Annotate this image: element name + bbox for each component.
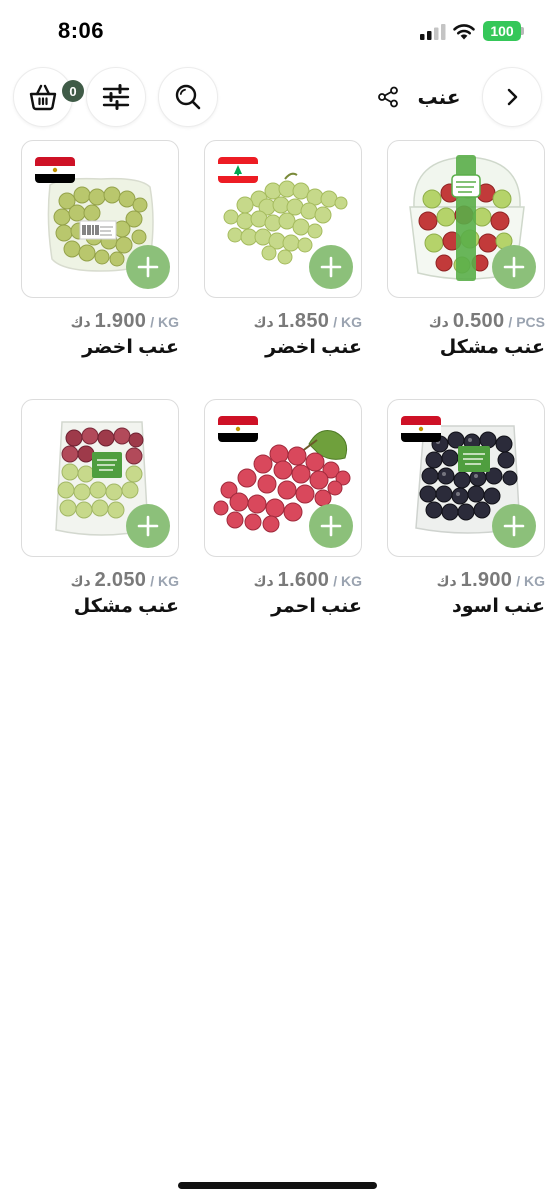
price-value: 0.500 <box>452 310 505 332</box>
product-card[interactable]: دك 0.500 / PCS عنب مشكل <box>387 140 545 359</box>
unit-value: KG <box>341 314 362 330</box>
currency-label: دك <box>436 573 457 589</box>
product-name[interactable]: عنب اسود <box>387 595 545 618</box>
back-button[interactable] <box>482 67 542 127</box>
unit-value: KG <box>341 573 362 589</box>
egypt-flag-icon <box>35 157 75 183</box>
search-icon <box>175 84 201 110</box>
currency-label: دك <box>253 314 274 330</box>
price-row: دك 2.050 / KG <box>21 569 179 591</box>
product-name[interactable]: عنب مشكل <box>21 595 179 618</box>
status-time: 8:06 <box>58 18 105 43</box>
header-bar: 0 عنب <box>0 67 555 129</box>
home-indicator[interactable] <box>178 1182 377 1189</box>
plus-icon <box>320 256 342 278</box>
battery-tip <box>521 27 524 35</box>
price-row: دك 1.900 / KG <box>387 569 545 591</box>
lebanon-flag-icon <box>218 157 258 183</box>
product-card[interactable]: دك 1.600 / KG عنب احمر <box>204 399 362 618</box>
add-to-cart-button[interactable] <box>309 245 353 289</box>
add-to-cart-button[interactable] <box>126 245 170 289</box>
wifi-icon <box>453 24 475 40</box>
unit-label: / PCS <box>508 314 545 330</box>
unit-value: KG <box>158 573 179 589</box>
plus-icon <box>320 515 342 537</box>
price-value: 1.900 <box>460 569 513 591</box>
basket-icon <box>29 84 57 111</box>
product-image-frame[interactable] <box>387 399 545 557</box>
unit-value: KG <box>158 314 179 330</box>
currency-label: دك <box>253 573 274 589</box>
add-to-cart-button[interactable] <box>309 504 353 548</box>
unit-label: / KG <box>333 573 362 589</box>
product-name[interactable]: عنب مشكل <box>387 336 545 359</box>
add-to-cart-button[interactable] <box>126 504 170 548</box>
product-card[interactable]: دك 2.050 / KG عنب مشكل <box>21 399 179 618</box>
cellular-signal-icon <box>420 24 446 40</box>
search-button[interactable] <box>158 67 218 127</box>
product-card[interactable]: دك 1.900 / KG عنب اخضر <box>21 140 179 359</box>
page-title: عنب <box>417 87 461 109</box>
unit-label: / KG <box>333 314 362 330</box>
sliders-icon <box>102 84 130 110</box>
unit-value: PCS <box>516 314 545 330</box>
egypt-flag-icon <box>401 416 441 442</box>
share-icon[interactable] <box>377 86 399 108</box>
filter-button[interactable] <box>86 67 146 127</box>
price-value: 2.050 <box>94 569 147 591</box>
unit-label: / KG <box>150 573 179 589</box>
product-name[interactable]: عنب اخضر <box>204 336 362 359</box>
egypt-flag-icon <box>218 416 258 442</box>
price-row: دك 0.500 / PCS <box>387 310 545 332</box>
price-row: دك 1.850 / KG <box>204 310 362 332</box>
currency-label: دك <box>70 573 91 589</box>
battery-indicator: 100 <box>483 21 521 41</box>
price-row: دك 1.900 / KG <box>21 310 179 332</box>
product-name[interactable]: عنب اخضر <box>21 336 179 359</box>
chevron-right-icon <box>507 88 518 106</box>
product-image-frame[interactable] <box>204 399 362 557</box>
currency-label: دك <box>70 314 91 330</box>
product-image-frame[interactable] <box>387 140 545 298</box>
product-card[interactable]: دك 1.900 / KG عنب اسود <box>387 399 545 618</box>
add-to-cart-button[interactable] <box>492 504 536 548</box>
battery-level: 100 <box>490 23 514 39</box>
cart-button[interactable]: 0 <box>13 67 84 127</box>
unit-value: KG <box>524 573 545 589</box>
unit-label: / KG <box>150 314 179 330</box>
product-card[interactable]: دك 1.850 / KG عنب اخضر <box>204 140 362 359</box>
product-image-frame[interactable] <box>204 140 362 298</box>
product-image-frame[interactable] <box>21 140 179 298</box>
plus-icon <box>503 515 525 537</box>
plus-icon <box>137 515 159 537</box>
price-value: 1.600 <box>277 569 330 591</box>
currency-label: دك <box>428 314 449 330</box>
unit-label: / KG <box>516 573 545 589</box>
add-to-cart-button[interactable] <box>492 245 536 289</box>
product-image-frame[interactable] <box>21 399 179 557</box>
price-value: 1.900 <box>94 310 147 332</box>
plus-icon <box>137 256 159 278</box>
cart-count-badge: 0 <box>62 80 84 102</box>
price-value: 1.850 <box>277 310 330 332</box>
product-name[interactable]: عنب احمر <box>204 595 362 618</box>
status-bar: 8:06 100 <box>0 0 555 62</box>
price-row: دك 1.600 / KG <box>204 569 362 591</box>
plus-icon <box>503 256 525 278</box>
